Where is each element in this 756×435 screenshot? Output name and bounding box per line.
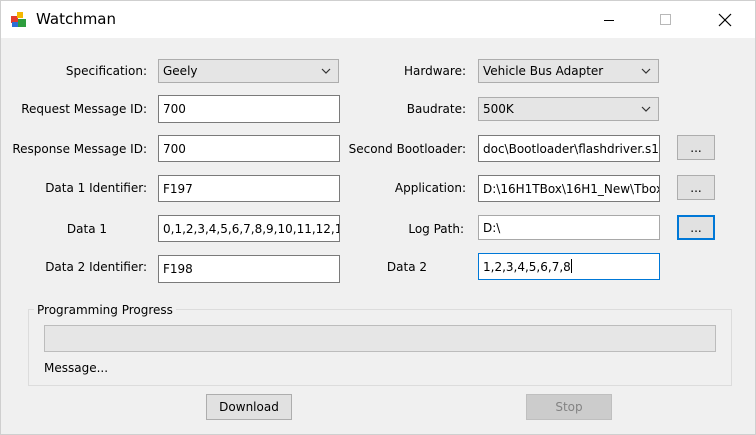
application-label: Application: bbox=[394, 181, 466, 195]
specification-value: Geely bbox=[163, 64, 198, 78]
chevron-down-icon bbox=[321, 68, 331, 74]
hardware-select[interactable]: Vehicle Bus Adapter bbox=[478, 59, 659, 83]
data1-identifier-label: Data 1 Identifier: bbox=[45, 181, 147, 195]
data2-identifier-input[interactable]: F198 bbox=[158, 255, 340, 283]
maximize-button[interactable] bbox=[643, 1, 689, 38]
log-path-label: Log Path: bbox=[408, 222, 464, 236]
specification-label: Specification: bbox=[65, 64, 147, 78]
second-bootloader-label: Second Bootloader: bbox=[348, 142, 466, 156]
data2-value: 1,2,3,4,5,6,7,8 bbox=[483, 260, 571, 274]
baudrate-label: Baudrate: bbox=[406, 102, 466, 116]
data1-identifier-input[interactable]: F197 bbox=[158, 175, 340, 202]
stop-button[interactable]: Stop bbox=[526, 394, 612, 420]
log-path-input[interactable]: D:\ bbox=[478, 215, 660, 240]
text-caret bbox=[570, 259, 572, 273]
download-button[interactable]: Download bbox=[206, 394, 292, 420]
data2-identifier-label: Data 2 Identifier: bbox=[45, 260, 147, 274]
second-bootloader-input[interactable]: doc\Bootloader\flashdriver.s19 bbox=[478, 135, 660, 162]
status-message: Message... bbox=[44, 361, 109, 375]
data2-label: Data 2 bbox=[386, 260, 427, 274]
minimize-button[interactable] bbox=[586, 1, 632, 38]
request-id-label: Request Message ID: bbox=[21, 102, 147, 116]
hardware-value: Vehicle Bus Adapter bbox=[483, 64, 604, 78]
chevron-down-icon bbox=[641, 106, 651, 112]
data1-label: Data 1 bbox=[66, 222, 107, 236]
app-blocks-icon bbox=[11, 12, 26, 27]
window-title: Watchman bbox=[36, 10, 117, 28]
log-path-browse-button[interactable]: ... bbox=[677, 215, 715, 240]
baudrate-select[interactable]: 500K bbox=[478, 97, 659, 121]
hardware-label: Hardware: bbox=[404, 64, 466, 78]
request-id-input[interactable]: 700 bbox=[158, 95, 340, 123]
chevron-down-icon bbox=[641, 68, 651, 74]
application-input[interactable]: D:\16H1TBox\16H1_New\Tbox bbox=[478, 175, 660, 202]
specification-select[interactable]: Geely bbox=[158, 59, 339, 83]
baudrate-value: 500K bbox=[483, 102, 514, 116]
programming-progress-bar bbox=[44, 325, 716, 352]
data2-input[interactable]: 1,2,3,4,5,6,7,8 bbox=[478, 253, 660, 280]
title-bar[interactable]: Watchman bbox=[1, 1, 755, 38]
watchman-window: Watchman Specification: Request Message … bbox=[0, 0, 756, 435]
close-icon bbox=[718, 13, 732, 26]
programming-progress-title: Programming Progress bbox=[34, 302, 176, 318]
second-bootloader-browse-button[interactable]: ... bbox=[677, 135, 715, 160]
maximize-icon bbox=[660, 13, 671, 25]
minimize-icon bbox=[604, 19, 614, 21]
response-id-label: Response Message ID: bbox=[12, 142, 147, 156]
close-button[interactable] bbox=[702, 1, 748, 38]
application-browse-button[interactable]: ... bbox=[677, 175, 715, 200]
data1-input[interactable]: 0,1,2,3,4,5,6,7,8,9,10,11,12,13 bbox=[158, 215, 340, 242]
response-id-input[interactable]: 700 bbox=[158, 135, 340, 162]
